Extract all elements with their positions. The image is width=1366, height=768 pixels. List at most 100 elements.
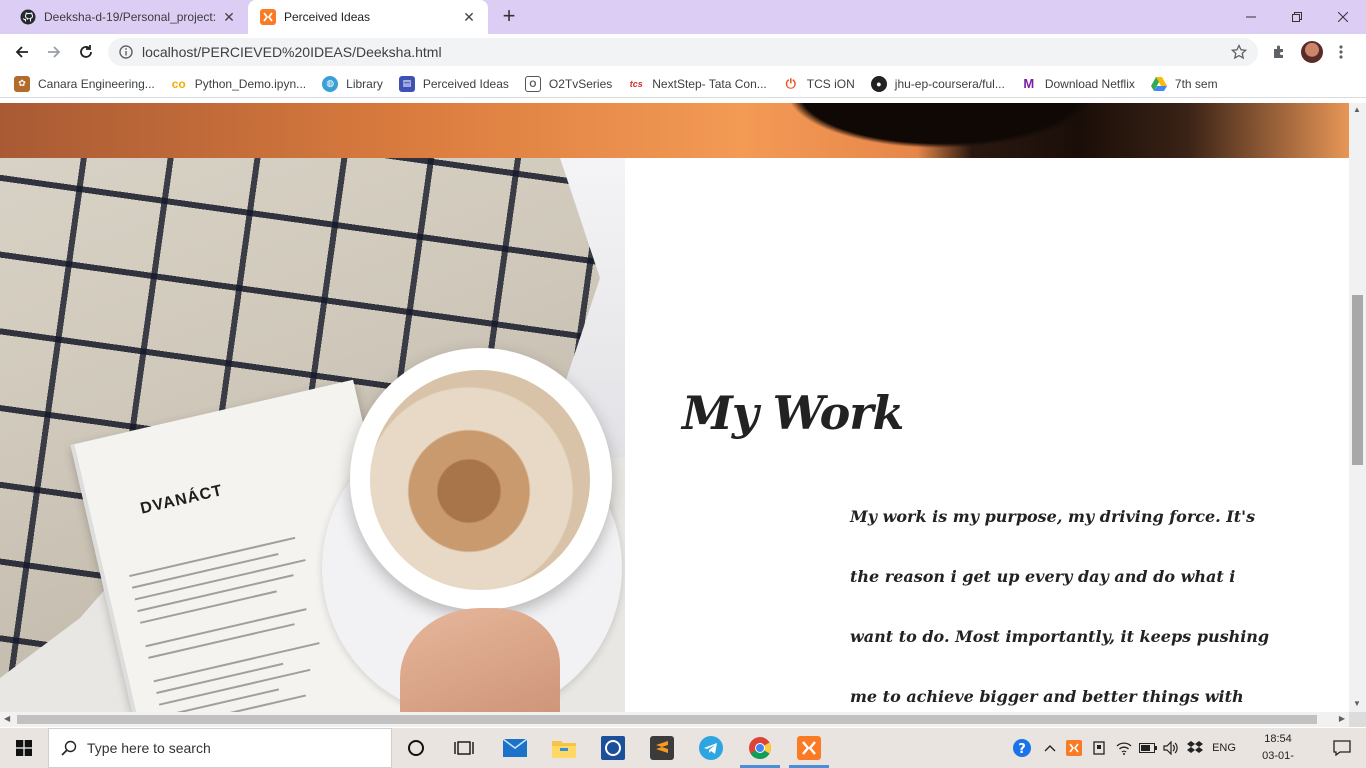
page-icon: ▤ — [398, 75, 415, 92]
tcs-icon: tcs — [629, 78, 643, 89]
bookmark-item[interactable]: 7th sem — [1150, 76, 1218, 92]
url-text[interactable]: localhost/PERCIEVED%20IDEAS/Deeksha.html — [142, 44, 1228, 60]
close-tab-icon[interactable]: ✕ — [220, 8, 238, 26]
paragraph-line: the reason i get up every day and do wha… — [850, 567, 1236, 586]
windows-taskbar: Type here to search ? ENG 18:54 03-01- — [0, 728, 1366, 768]
xampp-icon — [260, 9, 276, 25]
bookmark-label: O2TvSeries — [548, 76, 613, 91]
paragraph-line: want to do. Most importantly, it keeps p… — [850, 627, 1270, 646]
xampp-icon[interactable] — [785, 728, 833, 768]
bookmark-item[interactable]: ⏻ TCS iON — [783, 76, 855, 92]
bookmark-label: jhu-ep-coursera/ful... — [894, 76, 1005, 91]
bookmark-item[interactable]: tcs NextStep- Tata Con... — [628, 76, 767, 92]
power-icon: ⏻ — [785, 75, 796, 91]
clock-date: 03-01-2021 — [1262, 750, 1294, 768]
m-icon: M — [1023, 76, 1035, 91]
telegram-icon[interactable] — [687, 728, 735, 768]
task-view-icon[interactable] — [440, 728, 488, 768]
bookmark-item[interactable]: ◍ Library — [322, 75, 383, 92]
bookmark-item[interactable]: ✿ Canara Engineering... — [14, 75, 155, 92]
help-icon[interactable]: ? — [1010, 728, 1034, 768]
tab-perceived-ideas[interactable]: Perceived Ideas ✕ — [248, 0, 488, 34]
window-controls — [1228, 0, 1366, 34]
paragraph-line: My work is my purpose, my driving force.… — [850, 507, 1256, 526]
svg-text:?: ? — [1018, 742, 1026, 757]
scroll-corner — [1349, 712, 1366, 727]
bookmark-item[interactable]: ▤ Perceived Ideas — [398, 75, 509, 92]
bookmark-star-icon[interactable] — [1228, 41, 1250, 63]
menu-kebab-icon[interactable] — [1330, 41, 1352, 63]
horizontal-scroll-thumb[interactable] — [17, 715, 1317, 724]
extensions-icon[interactable] — [1268, 41, 1290, 63]
horizontal-scrollbar[interactable]: ◀ ▶ — [0, 712, 1349, 727]
address-bar[interactable]: localhost/PERCIEVED%20IDEAS/Deeksha.html — [108, 38, 1258, 66]
tab-title: Deeksha-d-19/Personal_project: I — [44, 10, 220, 24]
drive-icon — [1150, 76, 1167, 92]
tab-title: Perceived Ideas — [284, 10, 371, 24]
vertical-scrollbar[interactable]: ▲ ▼ — [1349, 103, 1366, 712]
paragraph-line: me to achieve bigger and better things w… — [850, 687, 1244, 706]
page-heading: My Work — [682, 386, 904, 440]
vertical-scroll-thumb[interactable] — [1352, 295, 1363, 465]
colab-icon: co — [171, 76, 186, 91]
canara-icon: ✿ — [14, 75, 30, 92]
info-icon[interactable] — [118, 44, 134, 60]
scroll-up-icon[interactable]: ▲ — [1353, 105, 1361, 114]
chevron-up-icon[interactable] — [1040, 728, 1060, 768]
bookmark-label: Python_Demo.ipyn... — [194, 76, 307, 91]
profile-avatar[interactable] — [1301, 41, 1323, 63]
scroll-left-icon[interactable]: ◀ — [4, 714, 10, 723]
bookmark-label: NextStep- Tata Con... — [652, 76, 767, 91]
battery-icon[interactable] — [1137, 728, 1159, 768]
bookmark-label: TCS iON — [806, 76, 855, 91]
forward-icon[interactable] — [41, 39, 67, 65]
coffee-book-photo: DVANÁCT — [0, 158, 625, 712]
bookmark-item[interactable]: M Download Netflix — [1021, 76, 1134, 92]
bookmark-label: Canara Engineering... — [38, 76, 155, 91]
xampp-tray-icon[interactable] — [1064, 728, 1084, 768]
tab-strip: Deeksha-d-19/Personal_project: I ✕ Perce… — [0, 0, 1366, 34]
page-viewport: DVANÁCT My Work My work is my purpose, m… — [0, 103, 1349, 712]
taskbar-search[interactable]: Type here to search — [48, 728, 392, 768]
bookmark-item[interactable]: O O2TvSeries — [524, 75, 613, 92]
globe-icon: ◍ — [322, 75, 339, 92]
chrome-icon[interactable] — [736, 728, 784, 768]
bookmarks-bar: ✿ Canara Engineering... co Python_Demo.i… — [0, 70, 1366, 98]
device-icon[interactable] — [1088, 728, 1110, 768]
cortana-icon[interactable] — [392, 728, 440, 768]
restore-icon[interactable] — [1274, 0, 1320, 34]
bookmark-label: Library — [346, 76, 383, 91]
book-text-line — [129, 536, 296, 578]
coffee-foam — [370, 370, 590, 590]
app-blue-icon[interactable] — [589, 728, 637, 768]
new-tab-button[interactable]: + — [498, 5, 520, 28]
scroll-right-icon[interactable]: ▶ — [1339, 714, 1345, 723]
clock-time: 18:54 — [1264, 733, 1292, 745]
reload-icon[interactable] — [73, 39, 99, 65]
close-window-icon[interactable] — [1320, 0, 1366, 34]
o2tv-icon: O — [524, 75, 541, 92]
mail-icon[interactable] — [491, 728, 539, 768]
volume-icon[interactable] — [1160, 728, 1182, 768]
scroll-down-icon[interactable]: ▼ — [1353, 699, 1361, 708]
back-icon[interactable] — [9, 39, 35, 65]
language-indicator[interactable]: ENG — [1208, 728, 1240, 768]
browser-toolbar: localhost/PERCIEVED%20IDEAS/Deeksha.html — [0, 34, 1366, 70]
file-explorer-icon[interactable] — [540, 728, 588, 768]
dropbox-icon[interactable] — [1184, 728, 1206, 768]
minimize-icon[interactable] — [1228, 0, 1274, 34]
sublime-text-icon[interactable] — [638, 728, 686, 768]
start-button[interactable] — [0, 728, 48, 768]
search-placeholder: Type here to search — [87, 740, 211, 756]
book-text-line — [153, 642, 320, 683]
system-clock[interactable]: 18:54 03-01-2021 — [1252, 731, 1304, 768]
bookmark-item[interactable]: ● jhu-ep-coursera/ful... — [870, 75, 1005, 92]
close-tab-icon[interactable]: ✕ — [460, 8, 478, 26]
github-icon: ● — [870, 75, 887, 92]
search-icon — [61, 740, 77, 756]
bookmark-label: 7th sem — [1174, 76, 1218, 91]
wifi-icon[interactable] — [1113, 728, 1135, 768]
tab-github[interactable]: Deeksha-d-19/Personal_project: I ✕ — [8, 0, 248, 34]
bookmark-item[interactable]: co Python_Demo.ipyn... — [171, 76, 306, 92]
notification-center-icon[interactable] — [1318, 728, 1366, 768]
